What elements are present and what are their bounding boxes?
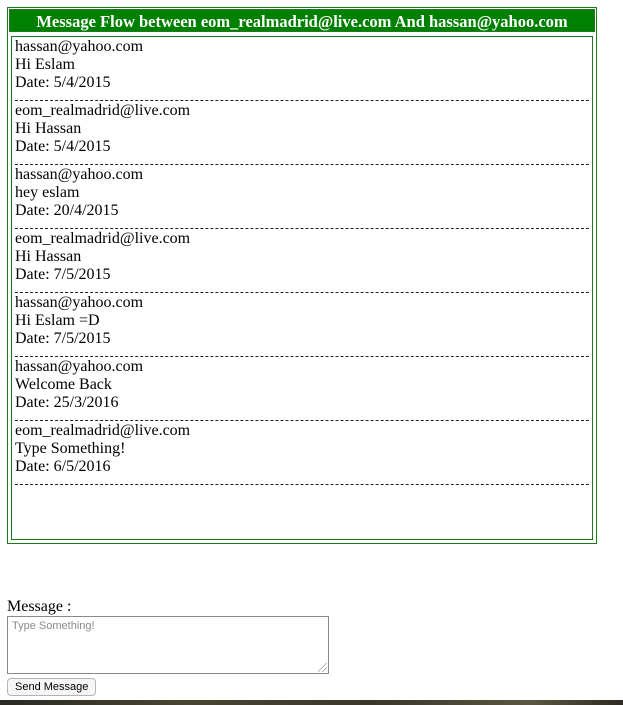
- message-date: Date: 7/5/2015: [15, 330, 111, 347]
- message-list: hassan@yahoo.com Hi Eslam Date: 5/4/2015…: [11, 36, 593, 540]
- message-item: hassan@yahoo.com Hi Eslam Date: 5/4/2015: [15, 38, 592, 102]
- message-text: Hi Hassan: [15, 248, 82, 265]
- message-date: Date: 5/4/2015: [15, 74, 111, 91]
- send-message-button[interactable]: Send Message: [7, 678, 97, 696]
- message-sender: eom_realmadrid@live.com: [15, 422, 191, 439]
- message-sender: eom_realmadrid@live.com: [15, 102, 191, 119]
- message-text: Welcome Back: [15, 376, 112, 393]
- message-item: eom_realmadrid@live.com Type Something! …: [15, 422, 592, 486]
- message-date: Date: 6/5/2016: [15, 458, 111, 475]
- message-flow-table: Message Flow between eom_realmadrid@live…: [7, 7, 597, 544]
- message-input[interactable]: [7, 616, 329, 674]
- message-text: Hi Eslam =D: [15, 312, 100, 329]
- background-strip: [0, 700, 623, 705]
- message-text: hey eslam: [15, 184, 80, 201]
- message-date: Date: 5/4/2015: [15, 138, 111, 155]
- message-date: Date: 25/3/2016: [15, 394, 119, 411]
- message-item: eom_realmadrid@live.com Hi Hassan Date: …: [15, 230, 592, 294]
- message-sender: hassan@yahoo.com: [15, 166, 144, 183]
- message-text: Type Something!: [15, 440, 126, 457]
- message-label: Message :: [7, 598, 72, 615]
- message-text: Hi Hassan: [15, 120, 82, 137]
- message-item: eom_realmadrid@live.com Hi Hassan Date: …: [15, 102, 592, 166]
- message-sender: eom_realmadrid@live.com: [15, 230, 191, 247]
- message-sender: hassan@yahoo.com: [15, 294, 144, 311]
- message-date: Date: 20/4/2015: [15, 202, 119, 219]
- message-item: hassan@yahoo.com hey eslam Date: 20/4/20…: [15, 166, 592, 230]
- message-separator: [15, 484, 589, 486]
- message-text: Hi Eslam: [15, 56, 75, 73]
- message-item: hassan@yahoo.com Hi Eslam =D Date: 7/5/2…: [15, 294, 592, 358]
- message-item: hassan@yahoo.com Welcome Back Date: 25/3…: [15, 358, 592, 422]
- message-sender: hassan@yahoo.com: [15, 358, 144, 375]
- message-date: Date: 7/5/2015: [15, 266, 111, 283]
- message-flow-header: Message Flow between eom_realmadrid@live…: [9, 9, 595, 32]
- message-sender: hassan@yahoo.com: [15, 38, 144, 55]
